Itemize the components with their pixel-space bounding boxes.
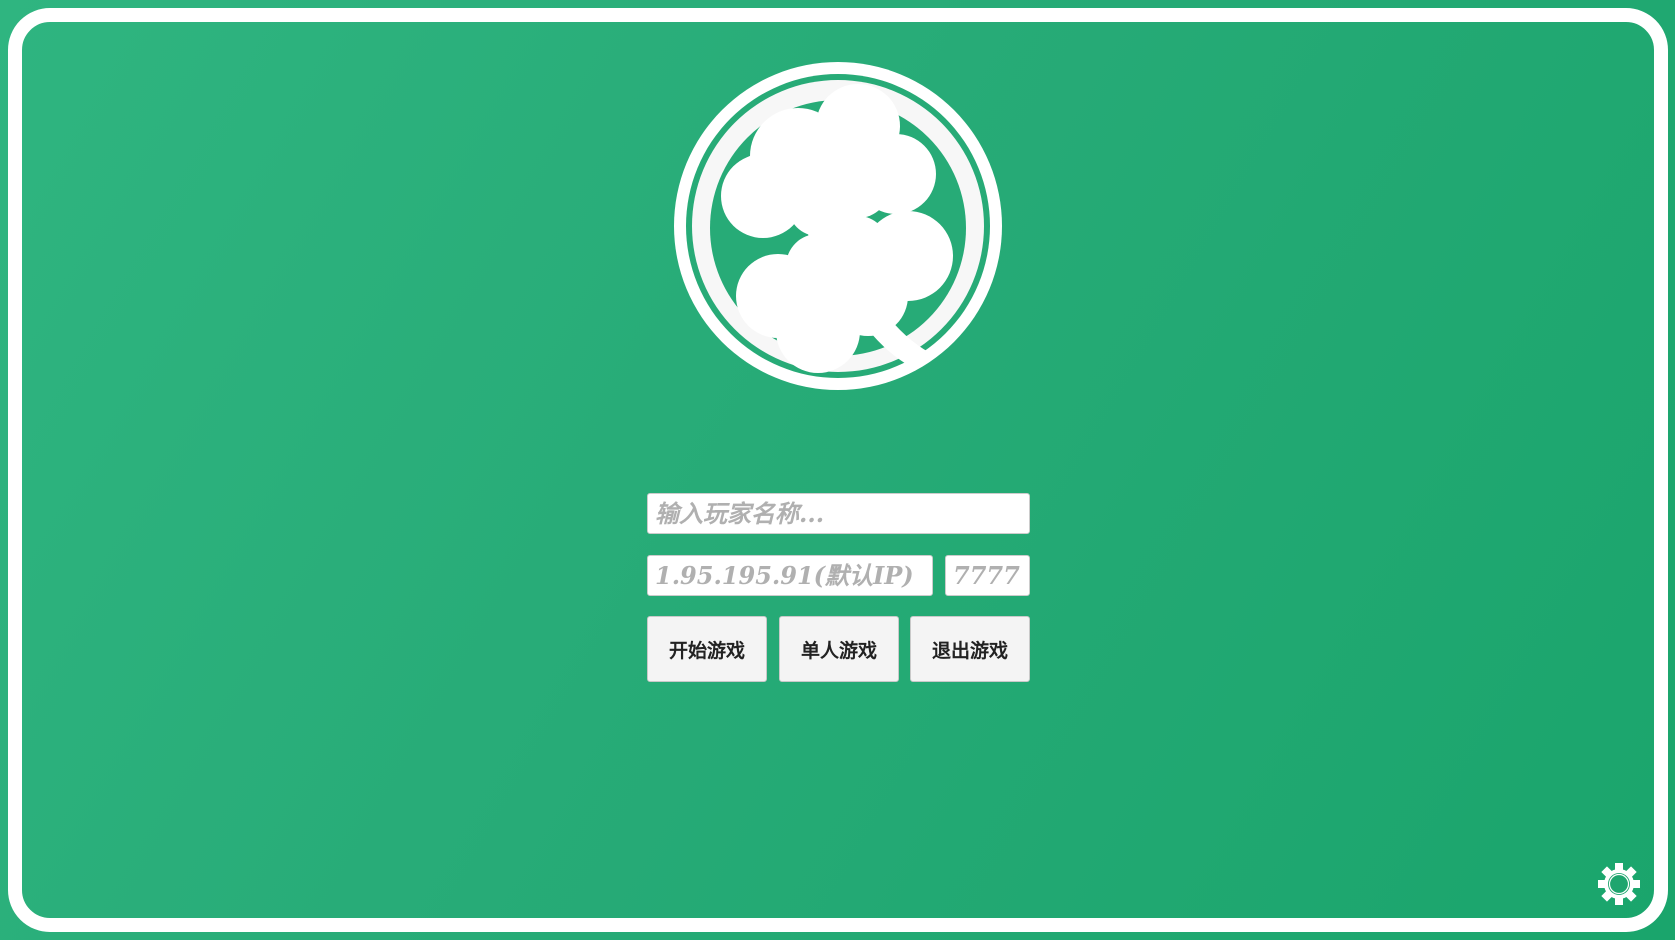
- server-port-input[interactable]: 7777: [945, 555, 1030, 596]
- server-ip-placeholder: 1.95.195.91(默认IP): [655, 561, 914, 590]
- player-name-input[interactable]: 输入玩家名称...: [647, 493, 1030, 534]
- four-leaf-clover-icon: [674, 62, 1002, 390]
- player-name-placeholder: 输入玩家名称...: [655, 499, 825, 528]
- server-port-placeholder: 7777: [953, 561, 1020, 590]
- quit-game-button[interactable]: 退出游戏: [910, 616, 1030, 682]
- start-game-button[interactable]: 开始游戏: [647, 616, 767, 682]
- gear-icon[interactable]: [1597, 862, 1641, 906]
- server-ip-input[interactable]: 1.95.195.91(默认IP): [647, 555, 933, 596]
- single-player-button[interactable]: 单人游戏: [779, 616, 899, 682]
